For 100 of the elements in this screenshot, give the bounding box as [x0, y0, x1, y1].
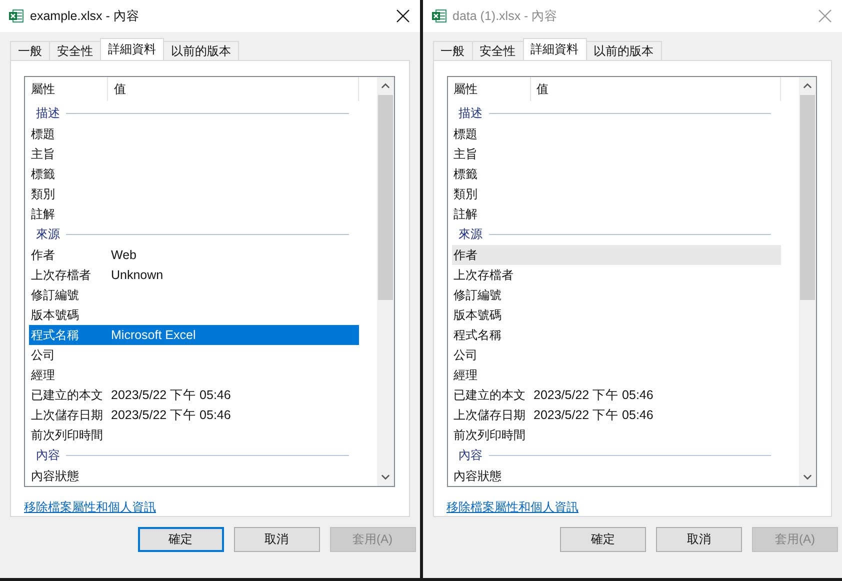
property-row[interactable]: 註解: [452, 204, 781, 224]
property-row[interactable]: 註解: [29, 204, 358, 224]
property-row[interactable]: 版本號碼: [29, 305, 358, 325]
property-name: 作者: [454, 246, 478, 264]
property-row[interactable]: 修訂編號: [29, 285, 358, 305]
property-row[interactable]: 經理: [29, 365, 358, 385]
tab[interactable]: 安全性: [49, 41, 101, 60]
property-row[interactable]: 已建立的本文 2023/5/22 下午 05:46: [29, 385, 358, 405]
property-row[interactable]: 標題: [29, 124, 358, 144]
dialog-button[interactable]: 確定: [560, 527, 646, 552]
property-row[interactable]: 主旨: [29, 144, 358, 164]
spreadsheet-file-icon: [8, 8, 24, 24]
property-name: 上次存檔者: [31, 266, 92, 284]
property-row[interactable]: 上次儲存日期 2023/5/22 下午 05:46: [452, 405, 781, 425]
remove-properties-link[interactable]: 移除檔案屬性和個人資訊: [24, 499, 156, 516]
property-row[interactable]: 已建立的本文 2023/5/22 下午 05:46: [452, 385, 781, 405]
property-value: 2023/5/22 下午 05:46: [111, 386, 231, 404]
spreadsheet-file-icon: [430, 8, 446, 24]
scrollbar[interactable]: [799, 77, 816, 486]
property-row[interactable]: 類別: [29, 184, 358, 204]
property-row[interactable]: 內容狀態: [29, 466, 358, 486]
property-row[interactable]: 修訂編號: [452, 285, 781, 305]
scroll-thumb[interactable]: [378, 95, 392, 300]
tab[interactable]: 以前的版本: [163, 41, 239, 60]
column-header[interactable]: 屬性: [29, 77, 108, 101]
property-row[interactable]: 內容狀態: [452, 466, 781, 486]
property-value: Web: [111, 248, 136, 262]
property-row[interactable]: 公司: [29, 345, 358, 365]
property-row[interactable]: 經理: [452, 365, 781, 385]
group-heading: 描述: [458, 105, 484, 122]
property-name: 標籤: [31, 166, 56, 182]
group-heading: 來源: [35, 226, 61, 243]
property-name: 註解: [31, 206, 56, 222]
window-title: data (1).xlsx - 內容: [452, 8, 559, 24]
property-name: 上次存檔者: [454, 266, 514, 284]
scroll-down-icon[interactable]: [803, 474, 812, 480]
property-row[interactable]: 上次存檔者: [452, 265, 781, 285]
property-name: 類別: [454, 186, 478, 202]
property-row[interactable]: 標籤: [452, 164, 781, 184]
scroll-down-icon[interactable]: [380, 474, 390, 480]
property-name: 程式名稱: [31, 326, 80, 344]
group-heading: 來源: [458, 226, 484, 243]
tab[interactable]: 詳細資料: [522, 38, 586, 60]
property-value: 2023/5/22 下午 05:46: [534, 406, 654, 424]
property-name: 內容狀態: [454, 468, 502, 484]
property-name: 版本號碼: [454, 306, 502, 324]
dialog-button[interactable]: 確定: [138, 527, 224, 552]
property-name: 標題: [31, 126, 56, 142]
property-row[interactable]: 主旨: [452, 144, 781, 164]
property-value: Microsoft Excel: [111, 328, 196, 342]
property-row[interactable]: 前次列印時間: [29, 425, 358, 445]
property-row[interactable]: 上次存檔者 Unknown: [29, 265, 358, 285]
property-name: 已建立的本文: [454, 386, 526, 404]
property-name: 上次儲存日期: [31, 406, 104, 424]
column-header[interactable]: 值: [108, 77, 358, 101]
scroll-thumb[interactable]: [800, 95, 815, 300]
property-row[interactable]: 作者: [452, 245, 781, 265]
scroll-up-icon[interactable]: [803, 83, 812, 89]
property-row[interactable]: 程式名稱: [452, 325, 781, 345]
tab[interactable]: 安全性: [472, 41, 524, 60]
property-row[interactable]: 公司: [452, 345, 781, 365]
tab[interactable]: 以前的版本: [586, 41, 662, 60]
scrollbar[interactable]: [376, 77, 394, 486]
property-value: Unknown: [111, 268, 164, 282]
property-name: 經理: [454, 366, 478, 384]
property-name: 標籤: [454, 166, 478, 182]
property-row[interactable]: 程式名稱 Microsoft Excel: [29, 325, 358, 345]
property-row[interactable]: 上次儲存日期 2023/5/22 下午 05:46: [29, 405, 358, 425]
property-name: 前次列印時間: [454, 426, 526, 444]
dialog-button[interactable]: 取消: [656, 527, 742, 552]
tab[interactable]: 一般: [432, 41, 472, 60]
group-heading: 內容: [35, 447, 61, 464]
property-name: 經理: [31, 366, 56, 384]
property-name: 程式名稱: [454, 326, 502, 344]
group-heading: 內容: [458, 447, 484, 464]
property-row[interactable]: 標籤: [29, 164, 358, 184]
dialog-button[interactable]: 取消: [234, 527, 320, 552]
scroll-up-icon[interactable]: [380, 83, 390, 89]
property-name: 上次儲存日期: [454, 406, 526, 424]
property-row[interactable]: 作者 Web: [29, 245, 358, 265]
window-title: example.xlsx - 內容: [30, 8, 140, 24]
property-row[interactable]: 版本號碼: [452, 305, 781, 325]
property-name: 已建立的本文: [31, 386, 104, 404]
property-row[interactable]: 標題: [452, 124, 781, 144]
property-name: 主旨: [31, 146, 56, 162]
property-row[interactable]: 前次列印時間: [452, 425, 781, 445]
property-name: 版本號碼: [31, 306, 80, 324]
tab[interactable]: 詳細資料: [100, 38, 164, 60]
property-row[interactable]: 類別: [452, 184, 781, 204]
property-value: 2023/5/22 下午 05:46: [111, 406, 231, 424]
property-name: 前次列印時間: [31, 426, 104, 444]
property-name: 公司: [31, 346, 56, 364]
close-icon[interactable]: [396, 9, 410, 23]
remove-properties-link[interactable]: 移除檔案屬性和個人資訊: [446, 499, 578, 516]
property-value: 2023/5/22 下午 05:46: [534, 386, 654, 404]
tab[interactable]: 一般: [10, 41, 50, 60]
column-header[interactable]: 屬性: [452, 77, 530, 101]
property-name: 主旨: [454, 146, 478, 162]
property-name: 類別: [31, 186, 56, 202]
column-header[interactable]: 值: [530, 77, 781, 101]
